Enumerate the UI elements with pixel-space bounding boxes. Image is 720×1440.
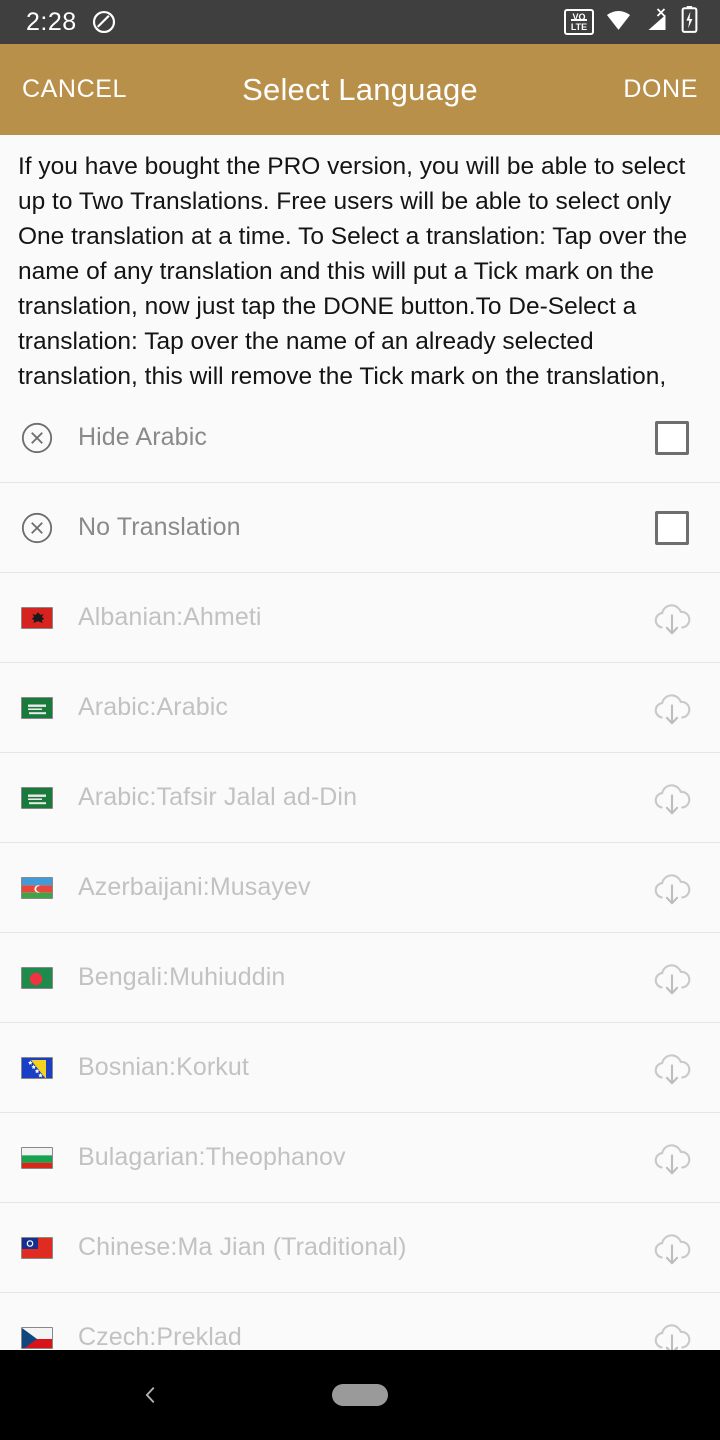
list-item[interactable]: Arabic:Arabic [0, 663, 720, 753]
list-item-label: Albanian:Ahmeti [78, 603, 262, 631]
list-item-label: Azerbaijani:Musayev [78, 873, 311, 901]
list-item-label: Czech:Preklad [78, 1323, 242, 1350]
list-item-label: Bengali:Muhiuddin [78, 963, 286, 991]
flag-saudi-arabia-icon [14, 786, 60, 809]
action-bar: CANCEL Select Language DONE [0, 44, 720, 135]
wifi-icon [605, 9, 632, 36]
flag-azerbaijan-icon [14, 876, 60, 899]
cloud-download-icon[interactable] [644, 868, 700, 908]
checkbox-unchecked-icon[interactable] [655, 420, 689, 455]
flag-bulgaria-icon [14, 1146, 60, 1169]
flag-bosnia-icon [14, 1056, 60, 1079]
list-item-label: Hide Arabic [78, 423, 207, 451]
list-item[interactable]: Czech:Preklad [0, 1293, 720, 1350]
cancel-button[interactable]: CANCEL [22, 75, 127, 104]
done-button[interactable]: DONE [623, 75, 698, 104]
list-item[interactable]: Bosnian:Korkut [0, 1023, 720, 1113]
list-item[interactable]: Hide Arabic [0, 393, 720, 483]
cloud-download-icon[interactable] [644, 1228, 700, 1268]
flag-taiwan-icon [14, 1236, 60, 1259]
home-pill-icon[interactable] [332, 1384, 388, 1406]
description-panel: If you have bought the PRO version, you … [0, 135, 720, 393]
cloud-download-icon[interactable] [644, 1138, 700, 1178]
checkbox-unchecked-icon[interactable] [655, 510, 689, 545]
list-item[interactable]: Bulagarian:Theophanov [0, 1113, 720, 1203]
list-item[interactable]: Chinese:Ma Jian (Traditional) [0, 1203, 720, 1293]
navigation-bar [0, 1350, 720, 1440]
list-item[interactable]: Albanian:Ahmeti [0, 573, 720, 663]
circle-x-icon [14, 421, 60, 455]
list-item[interactable]: Azerbaijani:Musayev [0, 843, 720, 933]
battery-charging-icon [681, 6, 698, 38]
checkbox-unchecked-icon[interactable] [644, 420, 700, 455]
cloud-download-icon[interactable] [644, 688, 700, 728]
list-item-label: Bulagarian:Theophanov [78, 1143, 346, 1171]
flag-bangladesh-icon [14, 966, 60, 989]
status-bar: 2:28 VO LTE [0, 0, 720, 44]
cloud-download-icon[interactable] [644, 778, 700, 818]
app-screen: 2:28 VO LTE CANCEL Select Language DONE … [0, 0, 720, 1440]
cloud-download-icon[interactable] [644, 1318, 700, 1350]
status-bar-clock: 2:28 [26, 7, 77, 36]
list-item-label: Bosnian:Korkut [78, 1053, 249, 1081]
status-bar-icons: VO LTE [564, 6, 698, 38]
chevron-left-icon[interactable] [140, 1384, 162, 1406]
cellular-signal-no-service-icon [643, 7, 670, 37]
do-not-disturb-icon [91, 9, 117, 35]
flag-albania-icon [14, 606, 60, 629]
circle-x-icon [14, 511, 60, 545]
description-text: If you have bought the PRO version, you … [18, 153, 688, 390]
list-item[interactable]: Bengali:Muhiuddin [0, 933, 720, 1023]
volte-bottom-label: LTE [570, 19, 588, 32]
flag-saudi-arabia-icon [14, 696, 60, 719]
list-item-label: Chinese:Ma Jian (Traditional) [78, 1233, 407, 1261]
list-item[interactable]: Arabic:Tafsir Jalal ad-Din [0, 753, 720, 843]
language-list[interactable]: Hide Arabic No Translation Albanian:Ahmeti… [0, 393, 720, 1350]
cloud-download-icon[interactable] [644, 1048, 700, 1088]
list-item-label: Arabic:Arabic [78, 693, 228, 721]
list-item[interactable]: No Translation [0, 483, 720, 573]
cloud-download-icon[interactable] [644, 598, 700, 638]
list-item-label: No Translation [78, 513, 241, 541]
cloud-download-icon[interactable] [644, 958, 700, 998]
volte-icon: VO LTE [564, 9, 594, 35]
checkbox-unchecked-icon[interactable] [644, 510, 700, 545]
list-item-label: Arabic:Tafsir Jalal ad-Din [78, 783, 358, 811]
flag-czech-icon [14, 1326, 60, 1349]
